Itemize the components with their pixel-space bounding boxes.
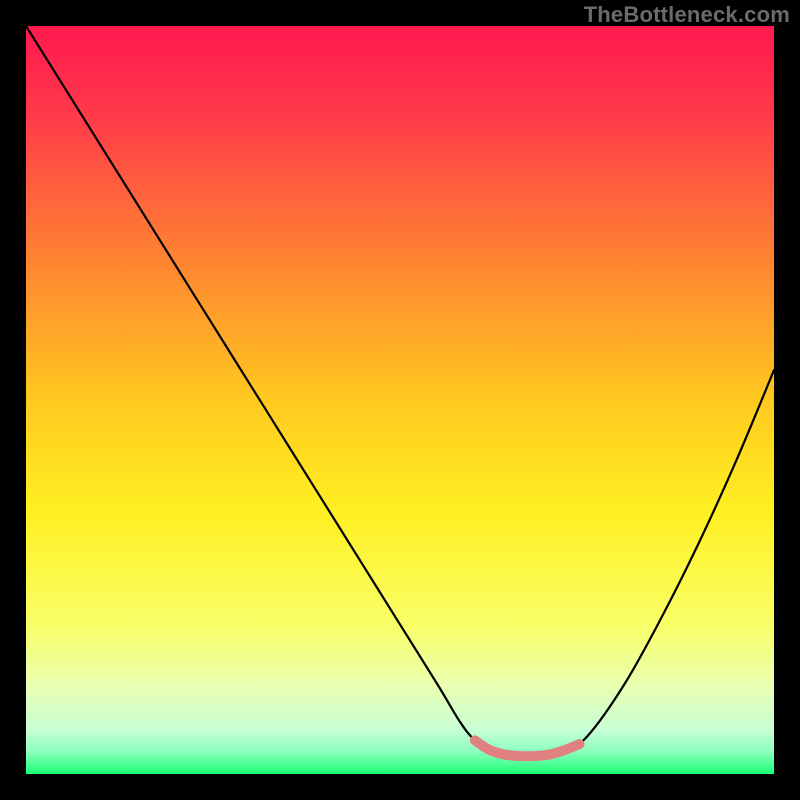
- plot-area: [26, 26, 774, 774]
- watermark-text: TheBottleneck.com: [584, 2, 790, 28]
- bottleneck-curve: [26, 26, 774, 756]
- sweet-spot-highlight: [475, 740, 580, 756]
- curve-layer: [26, 26, 774, 774]
- chart-frame: TheBottleneck.com: [0, 0, 800, 800]
